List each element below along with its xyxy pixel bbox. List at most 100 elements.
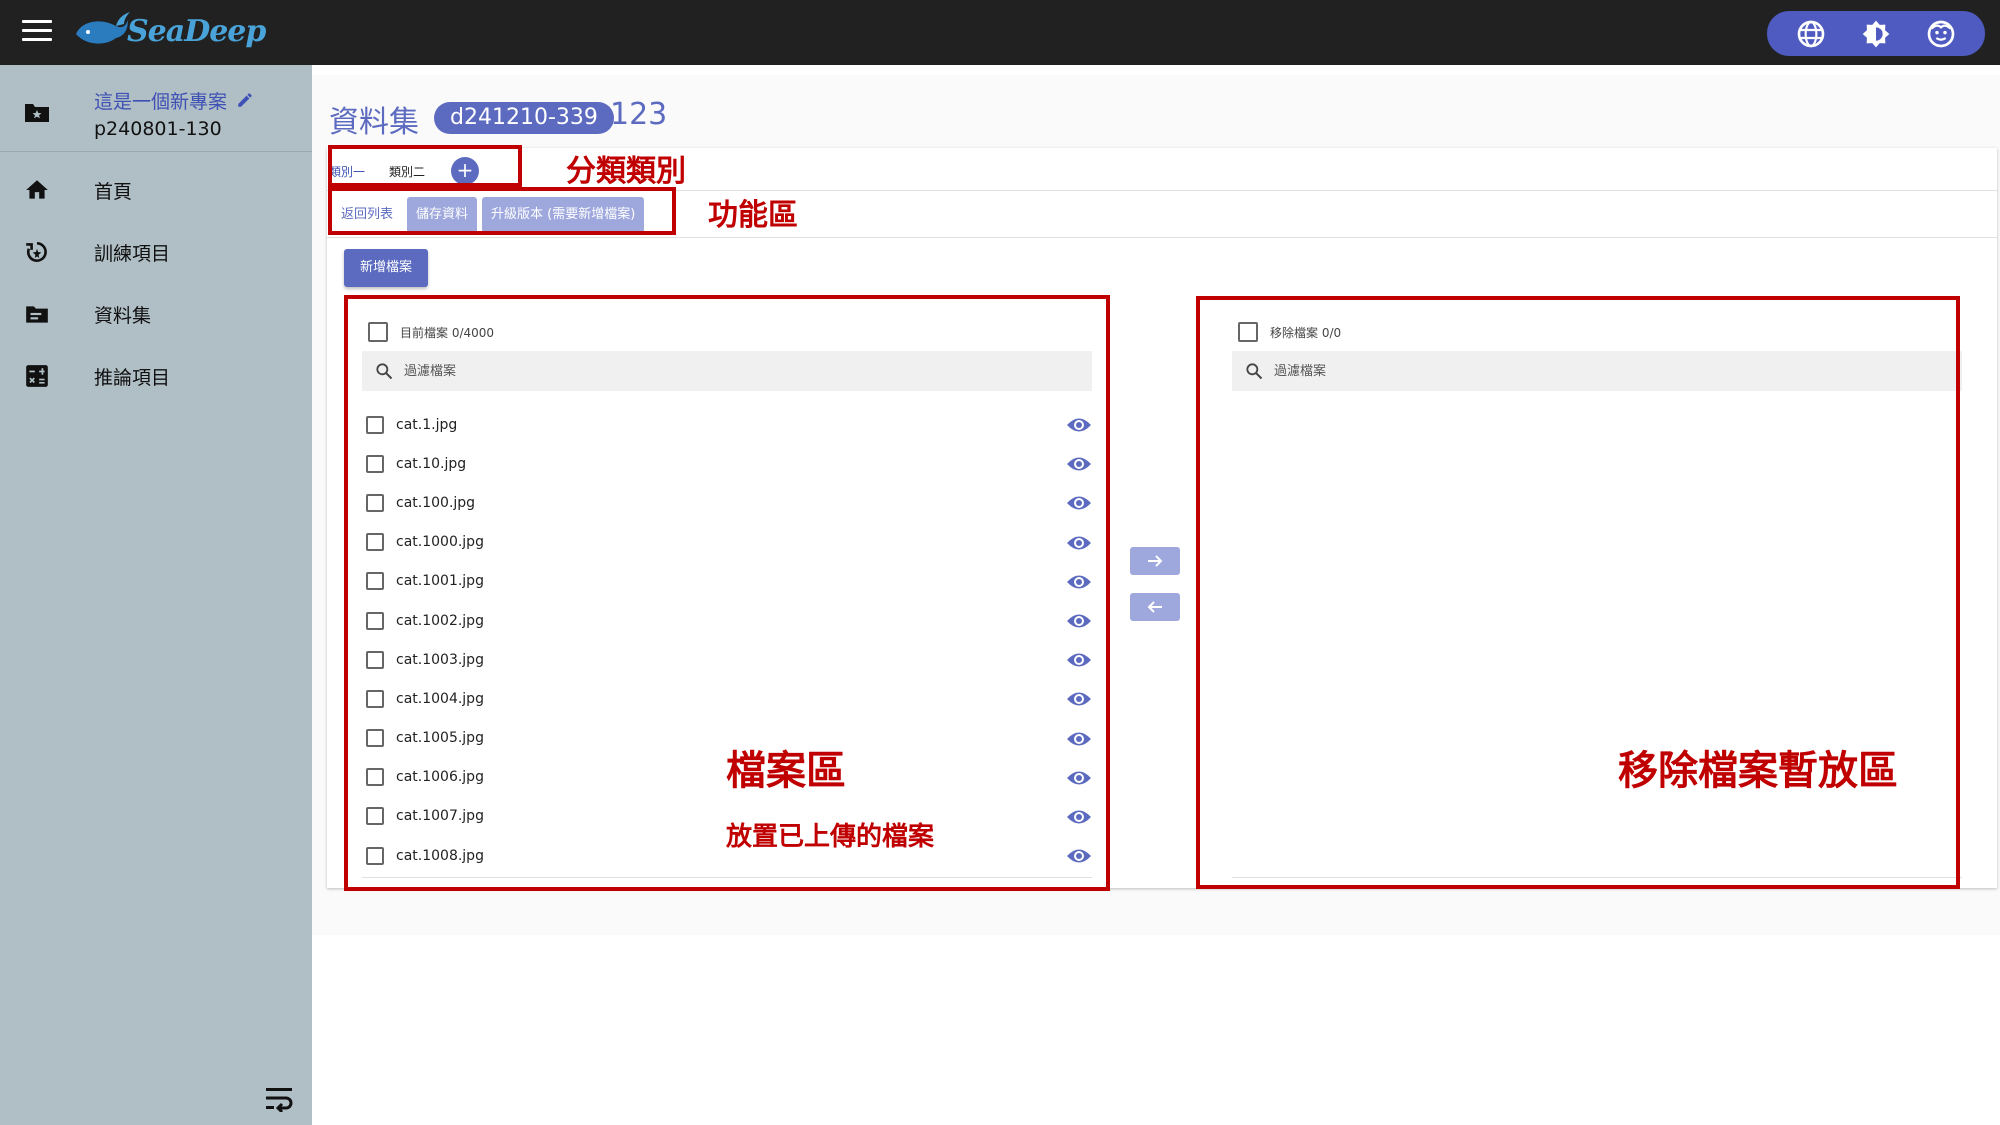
file-checkbox[interactable] — [366, 493, 384, 512]
move-left-button[interactable] — [1130, 593, 1180, 621]
function-divider — [327, 237, 1997, 238]
file-checkbox[interactable] — [366, 533, 384, 552]
preview-eye-icon[interactable] — [1066, 571, 1092, 593]
file-checkbox[interactable] — [366, 415, 384, 434]
project-name[interactable]: 這是一個新專案 — [94, 87, 227, 114]
folder-icon — [26, 306, 48, 323]
file-checkbox[interactable] — [366, 846, 384, 865]
sidebar-item-datasets[interactable]: 資料集 — [0, 285, 312, 341]
filter-removed-files-input[interactable] — [1274, 363, 1921, 379]
file-checkbox[interactable] — [366, 572, 384, 591]
sidebar-item-label: 推論項目 — [94, 367, 171, 389]
training-icon — [26, 242, 47, 262]
save-data-button[interactable]: 儲存資料 — [407, 197, 478, 233]
select-all-removed-checkbox[interactable] — [1238, 322, 1258, 342]
file-list: cat.1.jpg cat.10.jpg cat.100.jpg cat.1000.j… — [362, 405, 1092, 875]
logo-text: SeaDeep — [127, 14, 266, 49]
file-name: cat.1000.jpg — [396, 534, 484, 551]
file-checkbox[interactable] — [366, 454, 384, 473]
app-logo[interactable]: SeaDeep — [72, 6, 266, 56]
current-files-count: 目前檔案 0/4000 — [400, 325, 495, 340]
current-files-list: 目前檔案 0/4000 cat.1.jpg cat.10.jpg cat.100.j… — [346, 301, 1104, 886]
tabs-divider — [327, 190, 1997, 191]
add-category-button[interactable]: + — [451, 157, 480, 185]
file-checkbox[interactable] — [366, 768, 384, 787]
collapse-sidebar-icon[interactable] — [264, 1084, 294, 1112]
globe-icon[interactable] — [1795, 18, 1827, 50]
select-all-checkbox[interactable] — [368, 322, 388, 342]
file-row[interactable]: cat.1003.jpg — [362, 640, 1092, 679]
arrow-left-icon — [1147, 601, 1162, 613]
preview-eye-icon[interactable] — [1066, 806, 1092, 828]
new-file-button[interactable]: 新增檔案 — [344, 249, 429, 287]
file-name: cat.1005.jpg — [396, 730, 484, 747]
removed-files-list: 移除檔案 0/0 — [1208, 301, 1982, 886]
preview-eye-icon[interactable] — [1066, 414, 1092, 436]
annotation-category-label: 分類類別 — [566, 154, 686, 189]
file-checkbox[interactable] — [366, 729, 384, 748]
sidebar-item-home[interactable]: 首頁 — [0, 161, 312, 217]
file-row[interactable]: cat.10.jpg — [362, 444, 1092, 483]
sidebar-item-label: 資料集 — [94, 305, 152, 327]
file-checkbox[interactable] — [366, 650, 384, 669]
category-tabs: 類別一 類別二 + — [329, 155, 480, 187]
file-row[interactable]: cat.1000.jpg — [362, 523, 1092, 562]
list-divider — [1232, 877, 1962, 878]
preview-eye-icon[interactable] — [1066, 728, 1092, 750]
account-icon[interactable] — [1925, 18, 1957, 50]
file-name: cat.1001.jpg — [396, 573, 484, 590]
removed-files-header: 移除檔案 0/0 — [1238, 321, 1341, 343]
preview-eye-icon[interactable] — [1066, 610, 1092, 632]
arrow-right-icon — [1148, 555, 1163, 567]
file-name: cat.1006.jpg — [396, 769, 484, 786]
function-bar: 返回列表 儲存資料 升級版本 (需要新增檔案) — [332, 195, 649, 235]
annotation-file-area-label: 檔案區 — [726, 748, 846, 794]
annotation-file-area-desc: 放置已上傳的檔案 — [726, 822, 935, 852]
preview-eye-icon[interactable] — [1066, 532, 1092, 554]
preview-eye-icon[interactable] — [1066, 688, 1092, 710]
file-name: cat.1002.jpg — [396, 612, 484, 629]
move-right-button[interactable] — [1130, 547, 1180, 575]
edit-pencil-icon[interactable] — [236, 91, 254, 109]
file-row[interactable]: cat.1002.jpg — [362, 601, 1092, 640]
file-row[interactable]: cat.100.jpg — [362, 483, 1092, 522]
sidebar-item-training[interactable]: 訓練項目 — [0, 223, 312, 279]
upgrade-version-button[interactable]: 升級版本 (需要新增檔案) — [482, 197, 645, 233]
sidebar-item-label: 訓練項目 — [94, 243, 171, 265]
file-row[interactable]: cat.1001.jpg — [362, 562, 1092, 601]
tab-category-1[interactable]: 類別一 — [329, 163, 365, 180]
file-row[interactable]: cat.1004.jpg — [362, 679, 1092, 718]
removed-files-search — [1232, 351, 1962, 391]
menu-icon[interactable] — [22, 20, 52, 44]
back-to-list-button[interactable]: 返回列表 — [332, 197, 402, 233]
top-actions — [1767, 11, 1985, 56]
search-icon — [376, 363, 393, 380]
preview-eye-icon[interactable] — [1066, 845, 1092, 867]
folder-star-icon — [25, 104, 49, 122]
top-app-bar: SeaDeep — [0, 0, 2000, 65]
annotation-function-label: 功能區 — [708, 198, 798, 233]
sidebar-item-inference[interactable]: 推論項目 — [0, 347, 312, 403]
file-row[interactable]: cat.1.jpg — [362, 405, 1092, 444]
file-checkbox[interactable] — [366, 689, 384, 708]
file-name: cat.1003.jpg — [396, 651, 484, 668]
preview-eye-icon[interactable] — [1066, 649, 1092, 671]
sidebar-divider — [0, 151, 312, 152]
sidebar-item-label: 首頁 — [94, 181, 133, 203]
tab-category-2[interactable]: 類別二 — [389, 163, 425, 180]
file-checkbox[interactable] — [366, 611, 384, 630]
home-icon — [26, 180, 48, 199]
preview-eye-icon[interactable] — [1066, 492, 1092, 514]
file-name: cat.1.jpg — [396, 416, 458, 433]
preview-eye-icon[interactable] — [1066, 767, 1092, 789]
page-title: 資料集 — [329, 105, 419, 140]
current-files-search — [362, 351, 1092, 391]
file-name: cat.1008.jpg — [396, 847, 484, 864]
project-id: p240801-130 — [94, 118, 222, 140]
file-checkbox[interactable] — [366, 807, 384, 826]
list-divider — [362, 877, 1092, 878]
filter-files-input[interactable] — [404, 363, 1051, 379]
preview-eye-icon[interactable] — [1066, 453, 1092, 475]
file-name: cat.100.jpg — [396, 494, 476, 511]
brightness-icon[interactable] — [1860, 18, 1892, 50]
